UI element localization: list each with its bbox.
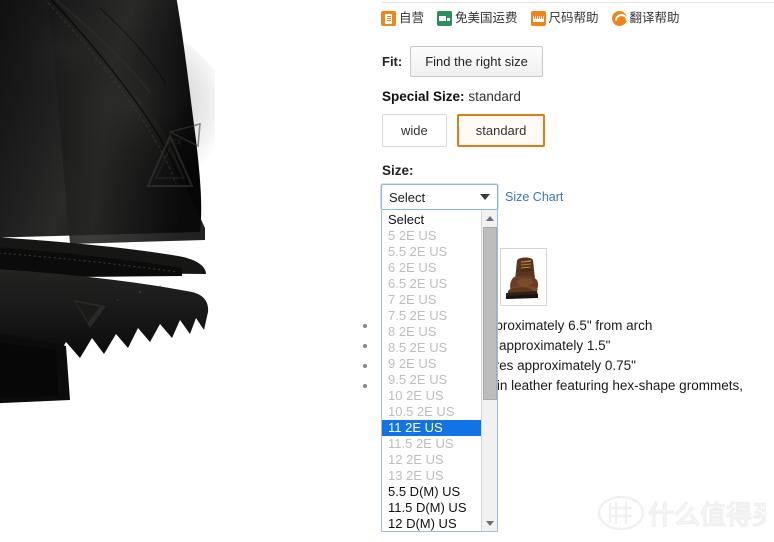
badge-label: 免美国运费 (455, 11, 518, 25)
size-option: 9 2E US (388, 356, 437, 371)
badge-free-shipping[interactable]: 免美国运费 (437, 11, 518, 26)
scroll-down-arrow-icon[interactable] (482, 515, 497, 531)
service-badges: 自营 免美国运费 尺码帮助 翻译帮助 (381, 11, 680, 26)
chevron-down-icon (480, 194, 490, 200)
size-help-icon (530, 11, 546, 26)
find-the-right-size-button[interactable]: Find the right size (410, 46, 543, 77)
size-option: 6 2E US (388, 260, 437, 275)
size-label: Size: (382, 163, 414, 178)
fit-row: Fit: Find the right size (382, 46, 543, 77)
product-detail-page: ACE (0, 0, 774, 542)
boot-photo: ACE (0, 0, 360, 542)
scroll-up-arrow-icon[interactable] (482, 210, 497, 226)
badge-self-operated[interactable]: 自营 (381, 11, 424, 26)
badge-label: 尺码帮助 (548, 11, 599, 25)
badge-translate-help[interactable]: 翻译帮助 (611, 11, 680, 26)
size-option[interactable]: 11 2E US (382, 420, 481, 436)
size-option: 11.5 2E US (388, 436, 454, 451)
dropdown-scrollbar[interactable] (481, 210, 497, 531)
size-option: 8 2E US (388, 324, 437, 339)
top-divider (382, 2, 774, 3)
special-size-row: Special Size: standard (382, 89, 521, 104)
fit-label: Fit: (382, 54, 403, 69)
special-size-label: Special Size: (382, 89, 465, 104)
scrollbar-thumb[interactable] (483, 227, 497, 400)
product-main-image[interactable]: ACE (0, 0, 360, 542)
size-option: 12 2E US (388, 452, 444, 467)
size-select[interactable]: Select (381, 184, 498, 210)
boot-illustration: ACE (0, 0, 360, 542)
free-shipping-icon (437, 11, 453, 26)
translate-help-icon (611, 11, 627, 26)
size-option: 5 2E US (388, 228, 437, 243)
size-dropdown-list[interactable]: Select 5 2E US 5.5 2E US 6 2E US 6.5 2E US 7 … (381, 210, 498, 532)
special-size-value: standard (468, 89, 521, 104)
badge-size-help[interactable]: 尺码帮助 (530, 11, 599, 26)
size-option[interactable]: Select (382, 212, 481, 228)
size-option: 6.5 2E US (388, 276, 448, 291)
size-chart-link[interactable]: Size Chart (505, 190, 563, 204)
size-option[interactable]: 11.5 D(M) US (382, 500, 481, 516)
size-option: 7.5 2E US (388, 308, 448, 323)
size-option: 5.5 2E US (388, 244, 448, 259)
size-option: 9.5 2E US (388, 372, 448, 387)
size-option-container: Select 5 2E US 5.5 2E US 6 2E US 6.5 2E US 7 … (382, 210, 481, 531)
width-option-standard[interactable]: standard (456, 114, 546, 147)
thumbnail-boot-illustration (501, 249, 546, 305)
size-option: 8.5 2E US (388, 340, 448, 355)
size-option[interactable]: 5.5 D(M) US (382, 484, 481, 500)
badge-label: 翻译帮助 (629, 11, 680, 25)
size-option: 7 2E US (388, 292, 437, 307)
width-option-wide[interactable]: wide (382, 114, 447, 147)
size-option[interactable]: 12 D(M) US (382, 516, 481, 531)
self-operated-icon (381, 11, 396, 26)
size-select-value: Select (389, 189, 426, 205)
badge-label: 自营 (399, 11, 425, 25)
boot-thumbnail[interactable] (500, 248, 547, 306)
width-option-group: wide standard (382, 114, 546, 147)
size-option: 10.5 2E US (388, 404, 455, 419)
size-option: 13 2E US (388, 468, 444, 483)
size-option: 10 2E US (388, 388, 444, 403)
